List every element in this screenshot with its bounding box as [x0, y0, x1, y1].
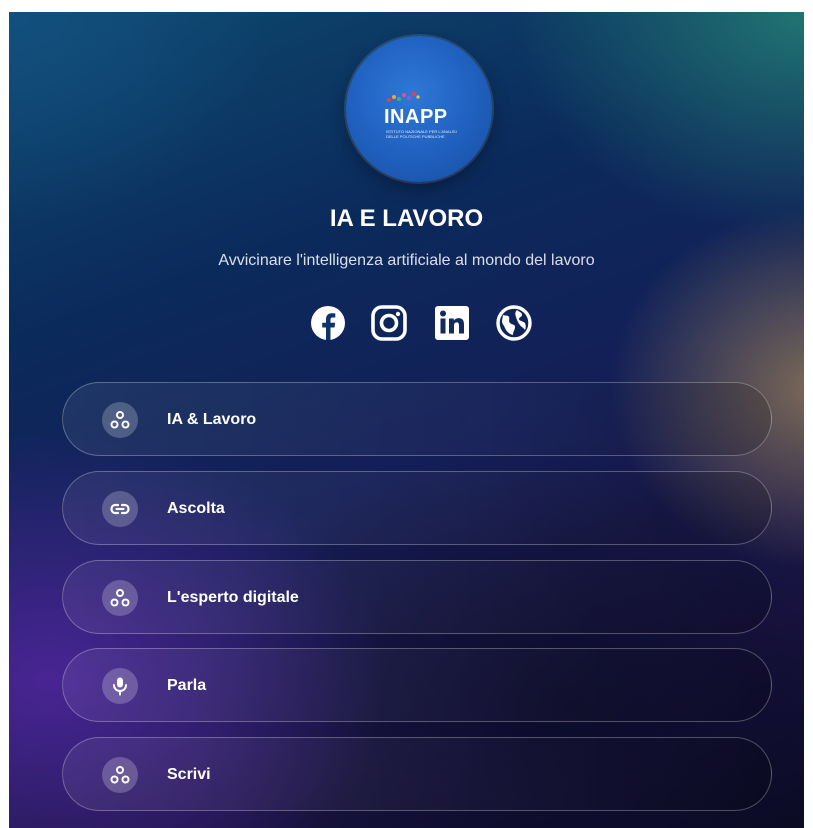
globe-icon — [496, 305, 532, 341]
instagram-link[interactable] — [369, 303, 409, 343]
page: INAPP ISTITUTO NAZIONALE PER L'ANALISI D… — [0, 0, 813, 828]
link-button-ia-lavoro[interactable]: IA & Lavoro — [62, 382, 772, 456]
instagram-icon — [371, 305, 407, 341]
link-label: Scrivi — [167, 766, 211, 783]
link-label: Ascolta — [167, 500, 225, 517]
linkedin-link[interactable] — [432, 303, 472, 343]
logo-dots-icon — [387, 92, 420, 102]
link-button-esperto-digitale[interactable]: L'esperto digitale — [62, 560, 772, 634]
link-button-scrivi[interactable]: Scrivi — [62, 737, 772, 811]
link-button-ascolta[interactable]: Ascolta — [62, 471, 772, 545]
link-in-bio-panel: INAPP ISTITUTO NAZIONALE PER L'ANALISI D… — [9, 12, 804, 828]
page-subtitle: Avvicinare l'intelligenza artificiale al… — [218, 252, 595, 269]
website-link[interactable] — [494, 303, 534, 343]
nodes-icon — [102, 402, 138, 438]
link-label: IA & Lavoro — [167, 411, 257, 428]
link-icon — [102, 491, 138, 527]
link-button-parla[interactable]: Parla — [62, 648, 772, 722]
link-label: Parla — [167, 677, 207, 694]
page-title: IA E LAVORO — [329, 205, 484, 232]
nodes-icon — [102, 757, 138, 793]
logo-subtext: ISTITUTO NAZIONALE PER L'ANALISI DELLE P… — [386, 129, 457, 139]
microphone-icon — [102, 668, 138, 704]
nodes-icon — [102, 580, 138, 616]
social-links — [308, 303, 532, 343]
profile-logo: INAPP ISTITUTO NAZIONALE PER L'ANALISI D… — [346, 36, 492, 182]
link-label: L'esperto digitale — [167, 589, 299, 606]
linkedin-icon — [435, 306, 469, 340]
facebook-icon — [311, 306, 345, 340]
logo-text: INAPP — [384, 106, 448, 128]
facebook-link[interactable] — [308, 303, 348, 343]
